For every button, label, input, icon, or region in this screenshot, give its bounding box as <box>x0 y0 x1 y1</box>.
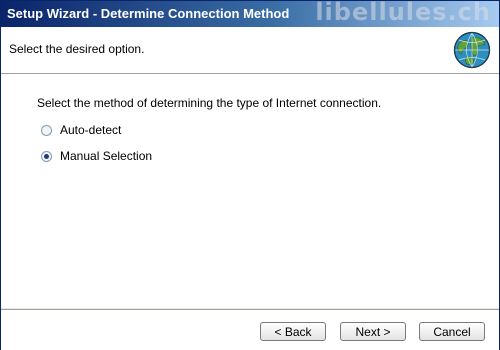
globe-icon <box>453 31 491 69</box>
option-manual-selection[interactable]: Manual Selection <box>41 149 152 163</box>
cancel-button[interactable]: Cancel <box>419 322 485 341</box>
next-button[interactable]: Next > <box>340 322 406 341</box>
watermark: libellules.ch <box>315 0 491 26</box>
connection-method-prompt: Select the method of determining the typ… <box>37 96 382 110</box>
window-title: Setup Wizard - Determine Connection Meth… <box>7 6 290 21</box>
auto-detect-radio[interactable] <box>41 124 52 136</box>
option-auto-detect[interactable]: Auto-detect <box>41 123 121 137</box>
manual-selection-radio[interactable] <box>41 150 52 162</box>
wizard-footer: < Back Next > Cancel <box>1 309 499 350</box>
header-instruction: Select the desired option. <box>9 42 145 56</box>
wizard-content: Select the method of determining the typ… <box>1 74 499 308</box>
wizard-header: Select the desired option. <box>1 27 499 74</box>
setup-wizard-window: Setup Wizard - Determine Connection Meth… <box>0 0 500 350</box>
manual-selection-label: Manual Selection <box>60 149 153 163</box>
back-button[interactable]: < Back <box>260 322 326 341</box>
auto-detect-label: Auto-detect <box>60 123 122 137</box>
title-bar[interactable]: Setup Wizard - Determine Connection Meth… <box>1 0 499 27</box>
